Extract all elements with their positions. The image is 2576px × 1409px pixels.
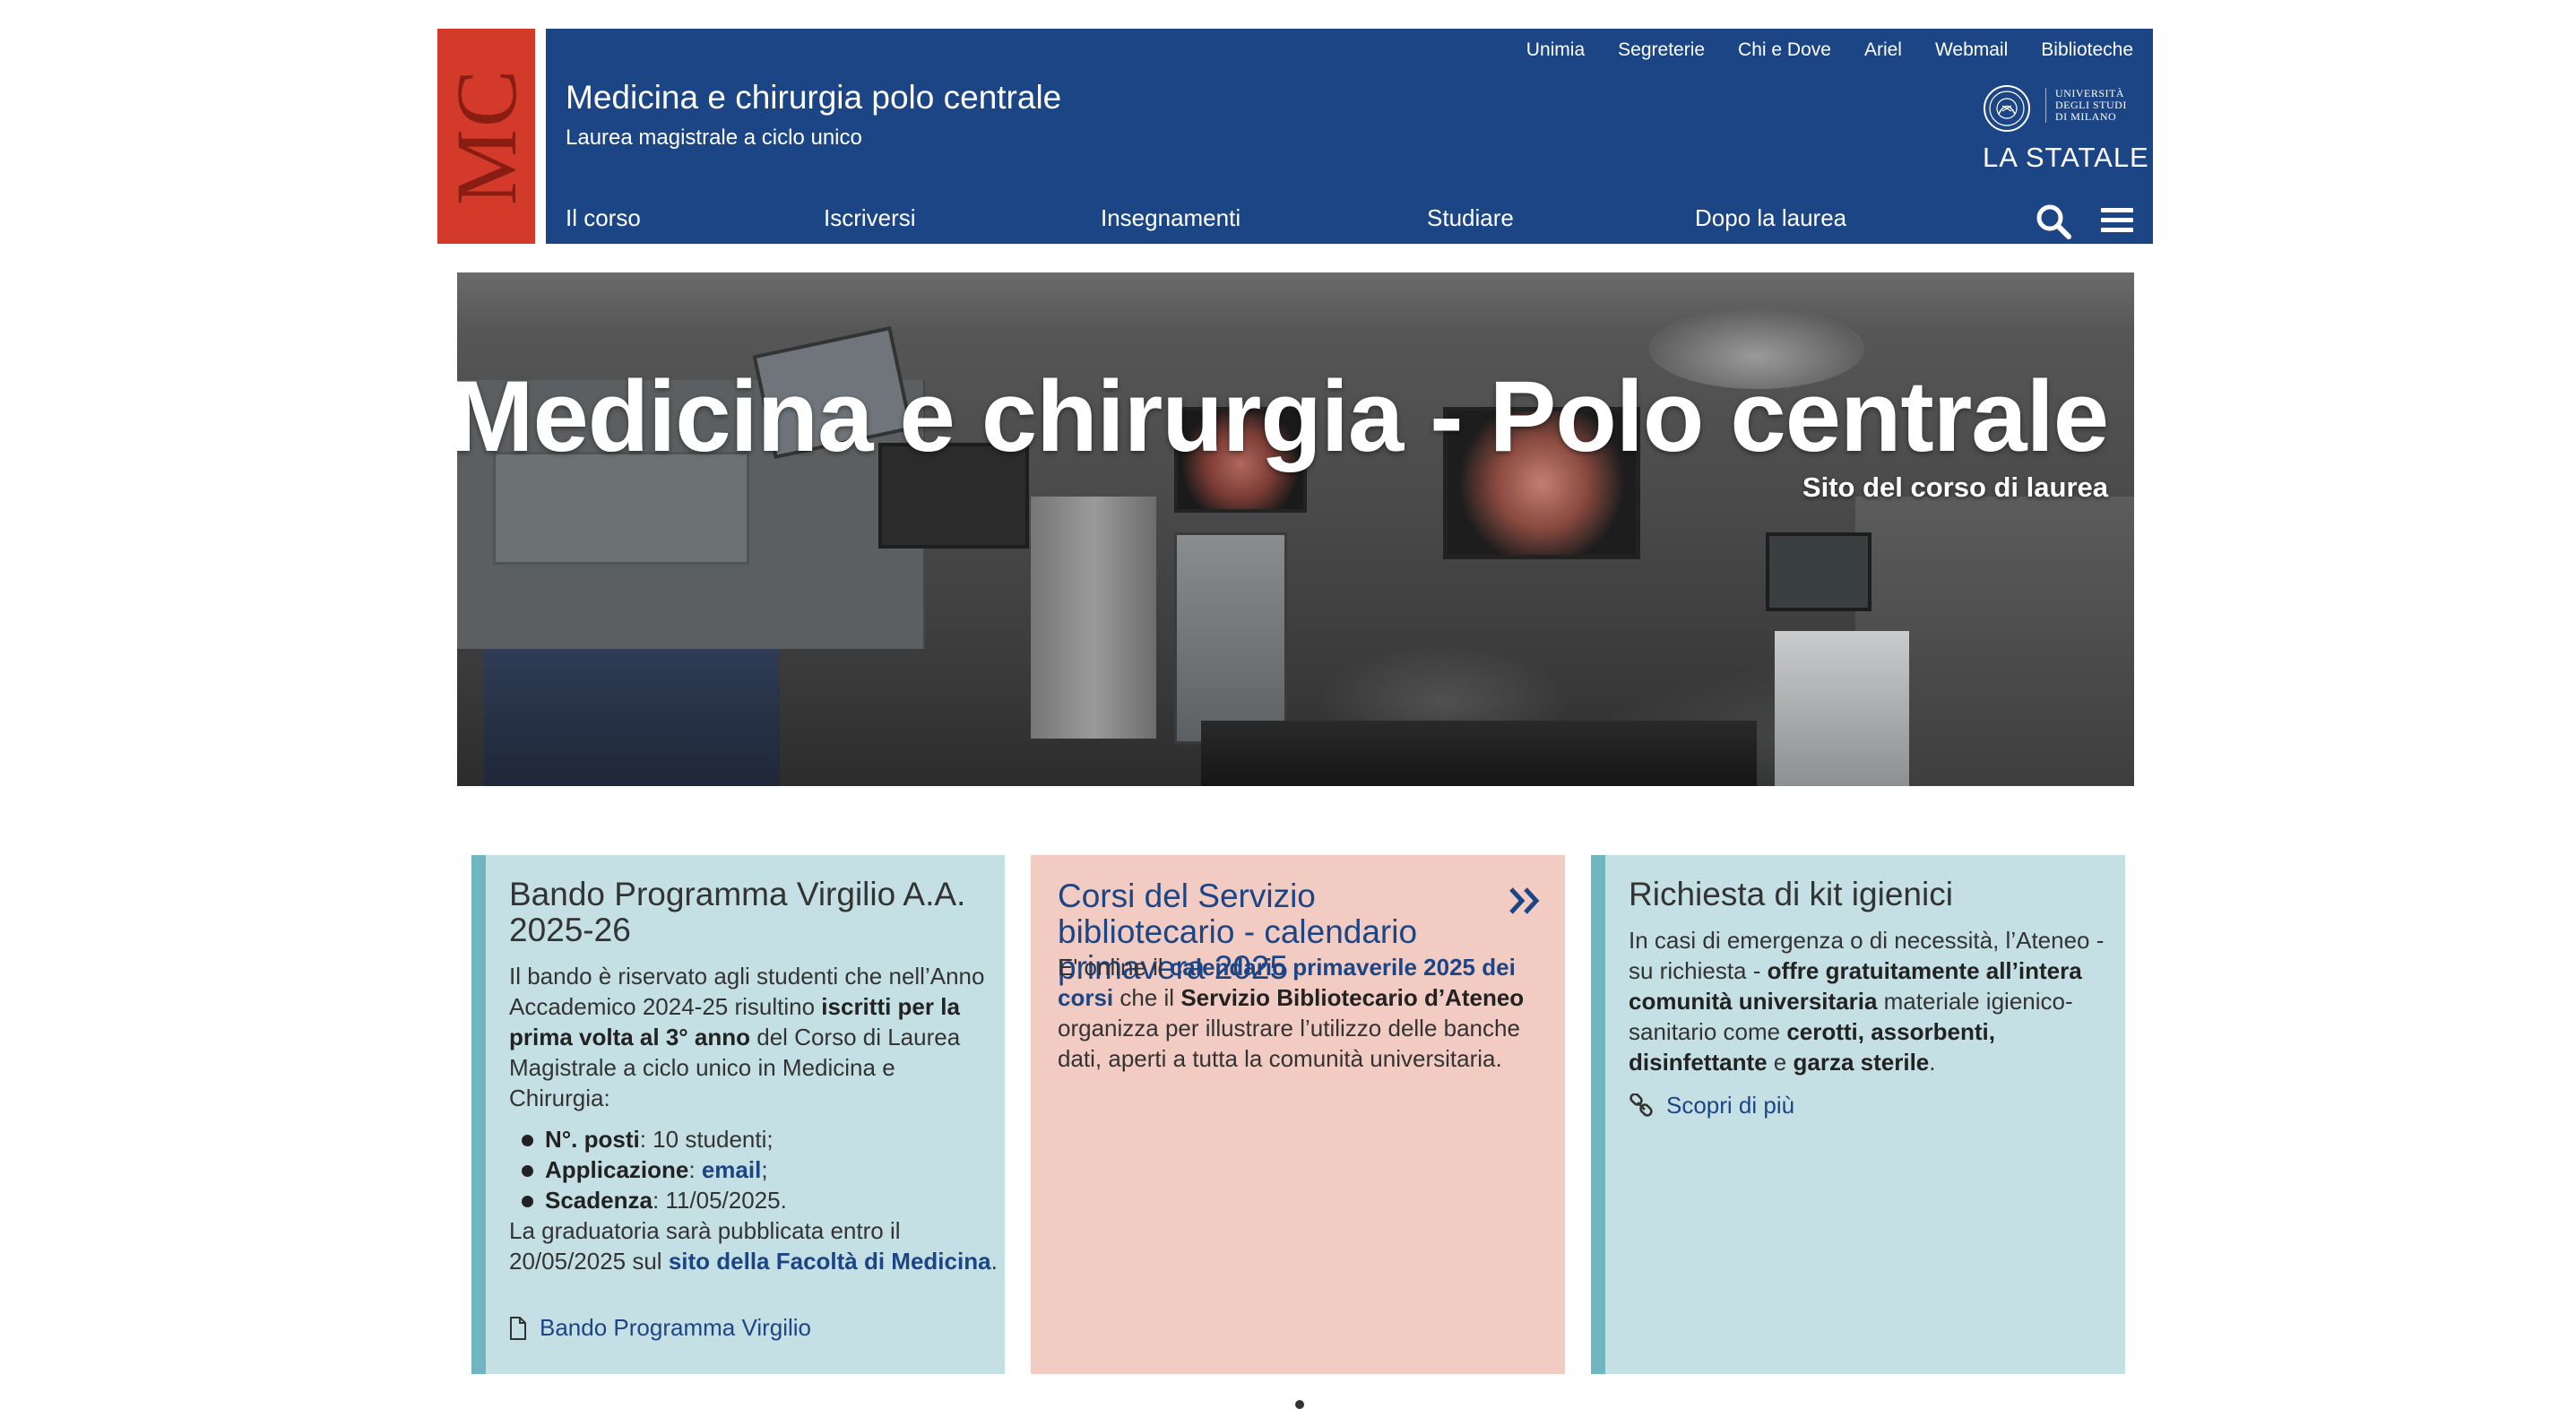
utility-link-ariel[interactable]: Ariel xyxy=(1864,39,1902,61)
carousel-dot[interactable] xyxy=(1295,1400,1304,1409)
scopri-di-piu-link[interactable]: Scopri di più xyxy=(1629,1092,1794,1119)
utility-link-webmail[interactable]: Webmail xyxy=(1935,39,2008,61)
hero-subtitle: Sito del corso di laurea xyxy=(1802,471,2108,503)
hero-title: Medicina e chirurgia - Polo centrale xyxy=(457,360,2109,472)
card-body: Il bando è riservato agli studenti che n… xyxy=(509,961,1002,1276)
university-brand: LA STATALE xyxy=(1983,142,2149,173)
faculty-site-link[interactable]: sito della Facoltà di Medicina xyxy=(669,1248,991,1275)
card-intro: Il bando è riservato agli studenti che n… xyxy=(509,963,985,1111)
nav-item-iscriversi[interactable]: Iscriversi xyxy=(824,204,916,232)
nav-item-insegnamenti[interactable]: Insegnamenti xyxy=(1101,204,1240,232)
bando-document-link-label: Bando Programma Virgilio xyxy=(540,1314,811,1341)
card-title: Bando Programma Virgilio A.A. 2025-26 xyxy=(509,876,966,948)
double-chevron-right-icon[interactable] xyxy=(1508,886,1543,916)
card-kit-igienici: Richiesta di kit igienici In casi di eme… xyxy=(1591,855,2125,1374)
bando-document-link[interactable]: Bando Programma Virgilio xyxy=(509,1314,811,1342)
course-logo-text: MC xyxy=(438,67,535,205)
chain-link-icon xyxy=(1629,1093,1653,1117)
hero-vital-monitor xyxy=(1766,532,1871,611)
card-body: In casi di emergenza o di necessità, l’A… xyxy=(1629,927,2105,1076)
search-icon[interactable] xyxy=(2035,203,2072,240)
card-corsi-biblioteca: Corsi del Servizio bibliotecario - calen… xyxy=(1031,855,1565,1374)
course-logo[interactable]: MC xyxy=(437,29,535,244)
hero-banner: Medicina e chirurgia - Polo centrale Sit… xyxy=(457,272,2134,786)
card-bando-virgilio: Bando Programma Virgilio A.A. 2025-26 Il… xyxy=(471,855,1005,1374)
utility-link-biblioteche[interactable]: Biblioteche xyxy=(2041,39,2133,61)
card-body: E' online il calendario primaverile 2025… xyxy=(1058,954,1525,1072)
hamburger-menu-icon[interactable] xyxy=(2101,208,2133,233)
email-link[interactable]: email xyxy=(702,1156,762,1183)
site-title[interactable]: Medicina e chirurgia polo centrale xyxy=(566,79,1061,117)
site-subtitle: Laurea magistrale a ciclo unico xyxy=(566,125,862,150)
scopri-di-piu-label: Scopri di più xyxy=(1666,1092,1795,1119)
card-outro: La graduatoria sarà pubblicata entro il … xyxy=(509,1217,998,1275)
nav-item-studiare[interactable]: Studiare xyxy=(1427,204,1514,232)
document-icon xyxy=(510,1316,526,1340)
list-item: N°. posti: 10 studenti; xyxy=(522,1124,1002,1154)
university-name: UNIVERSITÀ DEGLI STUDI DI MILANO xyxy=(2045,88,2127,123)
hero-door xyxy=(1031,497,1156,739)
utility-link-chi-e-dove[interactable]: Chi e Dove xyxy=(1738,39,1831,61)
nav-item-il-corso[interactable]: Il corso xyxy=(566,204,641,232)
list-item: Applicazione: email; xyxy=(522,1154,1002,1185)
nav-item-dopo-la-laurea[interactable]: Dopo la laurea xyxy=(1695,204,1846,232)
hero-equipment-tower xyxy=(1174,532,1287,744)
list-item: Scadenza: 11/05/2025. xyxy=(522,1185,1002,1215)
utility-link-segreterie[interactable]: Segreterie xyxy=(1618,39,1705,61)
university-seal-icon xyxy=(1984,85,2030,132)
utility-link-unimia[interactable]: Unimia xyxy=(1526,39,1585,61)
card-details-list: N°. posti: 10 studenti; Applicazione: em… xyxy=(509,1124,1002,1215)
card-title: Richiesta di kit igienici xyxy=(1629,876,1953,912)
hero-anesthesia-machine xyxy=(1775,631,1909,786)
hero-ceiling xyxy=(457,272,2134,335)
hero-cabinet xyxy=(484,649,780,786)
utility-links: Unimia Segreterie Chi e Dove Ariel Webma… xyxy=(1526,39,2133,61)
hero-operating-table xyxy=(1201,721,1757,786)
university-logo[interactable]: UNIVERSITÀ DEGLI STUDI DI MILANO LA STAT… xyxy=(1979,82,2148,174)
